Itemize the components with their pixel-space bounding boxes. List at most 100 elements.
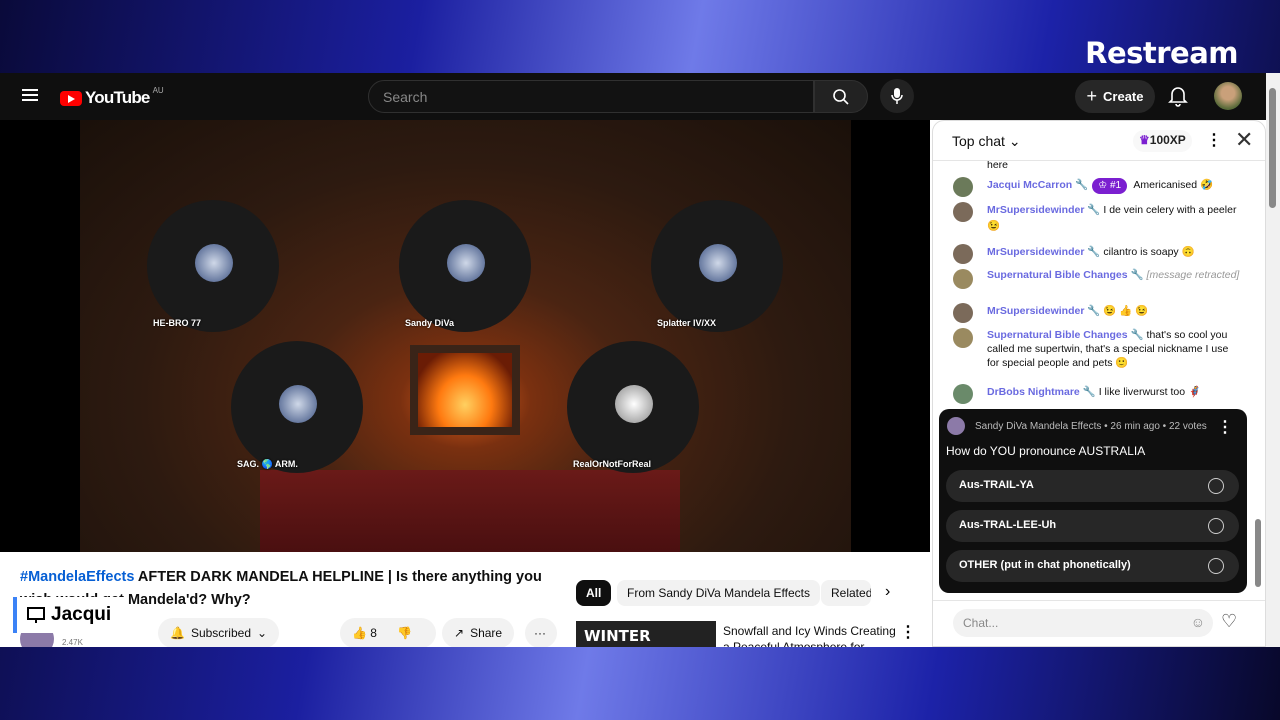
radio-icon — [1208, 478, 1224, 494]
author-name[interactable]: DrBobs Nightmare — [987, 386, 1080, 398]
browser-window: YouTube AU Search + Create HE-BRO 77 Sandy… — [0, 73, 1280, 647]
chat-message: DrBobs Nightmare 🔧 I like liverwurst too… — [953, 384, 1243, 404]
poll-option[interactable]: OTHER (put in chat phonetically) — [946, 550, 1239, 582]
author-avatar — [953, 384, 973, 404]
close-icon[interactable]: ✕ — [1235, 127, 1253, 153]
author-avatar — [953, 303, 973, 323]
account-avatar[interactable] — [1214, 82, 1242, 110]
chat-menu-icon[interactable]: ⋮ — [1206, 130, 1222, 150]
author-name[interactable]: Jacqui McCarron — [987, 179, 1072, 191]
more-actions-button[interactable]: ··· — [525, 618, 557, 647]
chat-input-placeholder: Chat... — [963, 616, 999, 630]
message-text: [message retracted] — [1146, 269, 1240, 281]
author-name[interactable]: MrSupersidewinder — [987, 305, 1084, 317]
participant-avatar — [699, 244, 737, 282]
search-button[interactable] — [814, 80, 868, 113]
poll-option[interactable]: Aus-TRAIL-YA — [946, 470, 1239, 502]
create-button[interactable]: + Create — [1075, 80, 1155, 113]
rug — [260, 470, 680, 552]
chip-related[interactable]: Related — [821, 580, 871, 606]
badge-label: #1 — [1109, 180, 1122, 191]
fireplace — [410, 345, 520, 435]
poll-option-label: Aus-TRAIL-YA — [959, 479, 1034, 491]
poll-card: Sandy DiVa Mandela Effects • 26 min ago … — [939, 409, 1247, 593]
poll-menu-icon[interactable]: ⋮ — [1217, 417, 1233, 437]
page-scrollbar[interactable] — [1266, 73, 1280, 647]
like-dislike-group: 👍 8 👎 — [340, 618, 436, 647]
youtube-logo[interactable]: YouTube AU — [60, 86, 164, 108]
related-title[interactable]: Snowfall and Icy Winds Creating a Peacef… — [723, 623, 898, 647]
voice-search-button[interactable] — [880, 79, 914, 113]
plus-icon: + — [1086, 86, 1098, 106]
author-name[interactable]: Supernatural Bible Changes — [987, 329, 1128, 341]
chat-mode-dropdown[interactable]: Top chat ⌄ — [952, 133, 1021, 150]
heart-icon[interactable]: ♡ — [1221, 611, 1237, 632]
message-text: Americanised 🤣 — [1133, 179, 1214, 191]
mic-icon — [891, 88, 903, 104]
chip-all[interactable]: All — [576, 580, 612, 606]
like-button[interactable]: 👍 8 — [352, 626, 377, 640]
author-name[interactable]: Supernatural Bible Changes — [987, 269, 1128, 281]
video-player[interactable]: HE-BRO 77 Sandy DiVa Splatter IV/XX SAG.… — [0, 120, 930, 552]
subscribed-label: Subscribed — [190, 626, 251, 640]
message-text: cilantro is soapy 🙃 — [1103, 246, 1195, 258]
participant-tile: HE-BRO 77 — [147, 200, 279, 332]
participant-tile: SAG. 🌎 ARM. — [231, 341, 363, 473]
xp-label: 100XP — [1149, 133, 1186, 147]
message-text: I like liverwurst too 🦸 — [1098, 386, 1202, 398]
logo-text: YouTube — [85, 88, 150, 107]
participant-tile: Splatter IV/XX — [651, 200, 783, 332]
chat-mode-label: Top chat — [952, 133, 1005, 149]
video-info: #MandelaEffects AFTER DARK MANDELA HELPL… — [0, 552, 930, 647]
rank-badge: ♔ #1 — [1092, 178, 1128, 194]
share-button[interactable]: ↗ Share — [442, 618, 515, 647]
chat-message: here — [953, 161, 1243, 177]
share-icon: ↗ — [454, 626, 465, 640]
xp-badge[interactable]: ♛100XP — [1133, 130, 1192, 152]
bell-icon: 🔔 — [170, 626, 185, 640]
chat-message: Jacqui McCarron 🔧 ♔ #1 Americanised 🤣 — [953, 177, 1243, 197]
author-name[interactable]: MrSupersidewinder — [987, 204, 1084, 216]
message-text: 😉 👍 😉 — [1103, 305, 1149, 317]
hashtag-link[interactable]: #MandelaEffects — [20, 569, 134, 585]
chat-input[interactable]: Chat... ☺ — [953, 609, 1213, 637]
participant-name: SAG. 🌎 ARM. — [237, 459, 298, 469]
chat-message: MrSupersidewinder 🔧 I de vein celery wit… — [953, 202, 1243, 234]
chips-next-arrow[interactable]: › — [885, 583, 890, 601]
participant-name: Sandy DiVa — [405, 318, 455, 328]
overlay-name-text: Jacqui — [51, 604, 112, 625]
chat-header: Top chat ⌄ ♛100XP ⋮ ✕ — [933, 121, 1265, 161]
search-input[interactable]: Search — [368, 80, 814, 113]
like-count: 8 — [370, 626, 377, 640]
participant-avatar — [447, 244, 485, 282]
crown-icon: ♛ — [1139, 133, 1150, 147]
share-label: Share — [470, 626, 503, 640]
subscriber-count: 2.47K — [62, 638, 83, 647]
participant-avatar — [279, 385, 317, 423]
author-avatar — [953, 328, 973, 348]
chat-message: Supernatural Bible Changes 🔧 [message re… — [953, 269, 1243, 289]
chat-message: MrSupersidewinder 🔧 cilantro is soapy 🙃 — [953, 244, 1243, 264]
author-name[interactable]: MrSupersidewinder — [987, 246, 1084, 258]
chat-scrollbar[interactable] — [1255, 519, 1261, 587]
poll-question: How do YOU pronounce AUSTRALIA — [946, 444, 1146, 458]
poll-option-label: OTHER (put in chat phonetically) — [959, 559, 1131, 571]
participant-tile: Sandy DiVa — [399, 200, 531, 332]
chevron-down-icon: ⌄ — [257, 626, 268, 640]
related-menu-icon[interactable]: ⋮ — [900, 622, 916, 642]
emoji-icon[interactable]: ☺ — [1191, 614, 1205, 630]
author-avatar — [953, 244, 973, 264]
menu-icon[interactable] — [22, 89, 38, 101]
message-text: here — [987, 161, 1009, 171]
name-overlay: Jacqui — [13, 597, 128, 633]
participant-name: Splatter IV/XX — [657, 318, 717, 328]
related-thumbnail[interactable]: WINTER STORM — [576, 621, 716, 647]
youtube-play-icon — [60, 90, 82, 106]
poll-option[interactable]: Aus-TRAL-LEE-Uh — [946, 510, 1239, 542]
chip-from-channel[interactable]: From Sandy DiVa Mandela Effects — [617, 580, 820, 606]
subscribed-button[interactable]: 🔔 Subscribed ⌄ — [158, 618, 280, 647]
notifications-bell-icon[interactable] — [1168, 85, 1188, 107]
dislike-button[interactable]: 👎 — [397, 626, 412, 640]
poll-option-label: Aus-TRAL-LEE-Uh — [959, 519, 1057, 531]
youtube-header: YouTube AU Search + Create — [0, 73, 1266, 120]
